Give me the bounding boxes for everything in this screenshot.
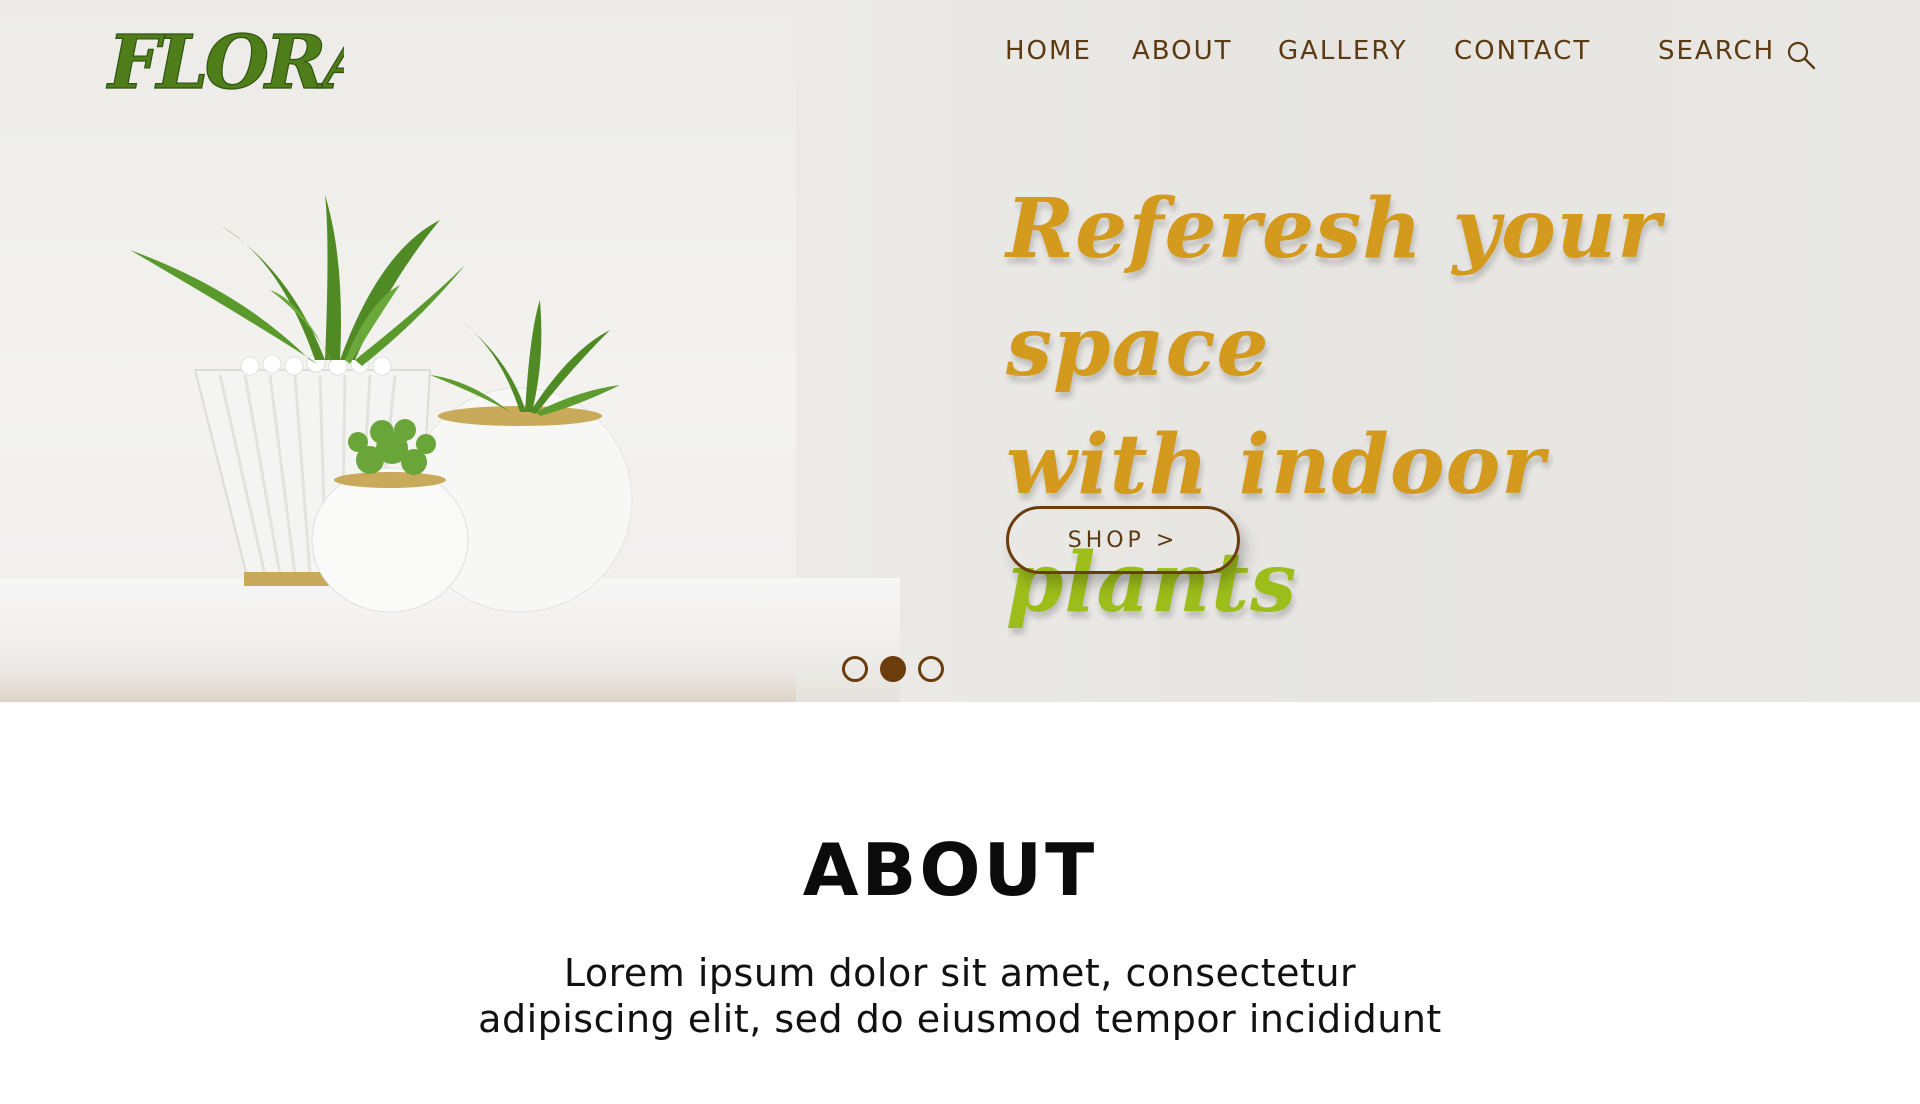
potted-plants-image [130, 195, 633, 613]
page: FLORA HOME ABOUT GALLERY CONTACT SEARCH … [0, 0, 1920, 1104]
about-line-2: adipiscing elit, sed do eiusmod tempor i… [478, 997, 1442, 1041]
carousel-dot-2[interactable] [880, 656, 906, 682]
hero-banner: FLORA HOME ABOUT GALLERY CONTACT SEARCH … [0, 0, 1920, 702]
shelf-edge [0, 670, 796, 702]
nav-about[interactable]: ABOUT [1132, 36, 1233, 66]
search-icon[interactable] [1786, 40, 1816, 70]
headline-line-1: Referesh your space [1006, 181, 1662, 395]
about-line-1: Lorem ipsum dolor sit amet, consectetur [563, 951, 1357, 995]
nav-gallery[interactable]: GALLERY [1278, 36, 1408, 66]
nav-home[interactable]: HOME [1005, 36, 1092, 66]
about-description: Lorem ipsum dolor sit amet, consectetur … [0, 950, 1920, 1042]
shop-button-label: SHOP > [1067, 527, 1179, 553]
carousel-dot-1[interactable] [842, 656, 868, 682]
large-plant-leaves [130, 195, 465, 366]
nav-search[interactable]: SEARCH [1658, 36, 1775, 66]
headline-line-2-prefix: with indoor [1006, 417, 1546, 513]
about-heading: ABOUT [802, 828, 1098, 912]
nav-contact[interactable]: CONTACT [1454, 36, 1591, 66]
carousel-dot-3[interactable] [918, 656, 944, 682]
shop-button[interactable]: SHOP > [1006, 506, 1240, 574]
main-navigation: HOME ABOUT GALLERY CONTACT SEARCH [0, 36, 1920, 72]
